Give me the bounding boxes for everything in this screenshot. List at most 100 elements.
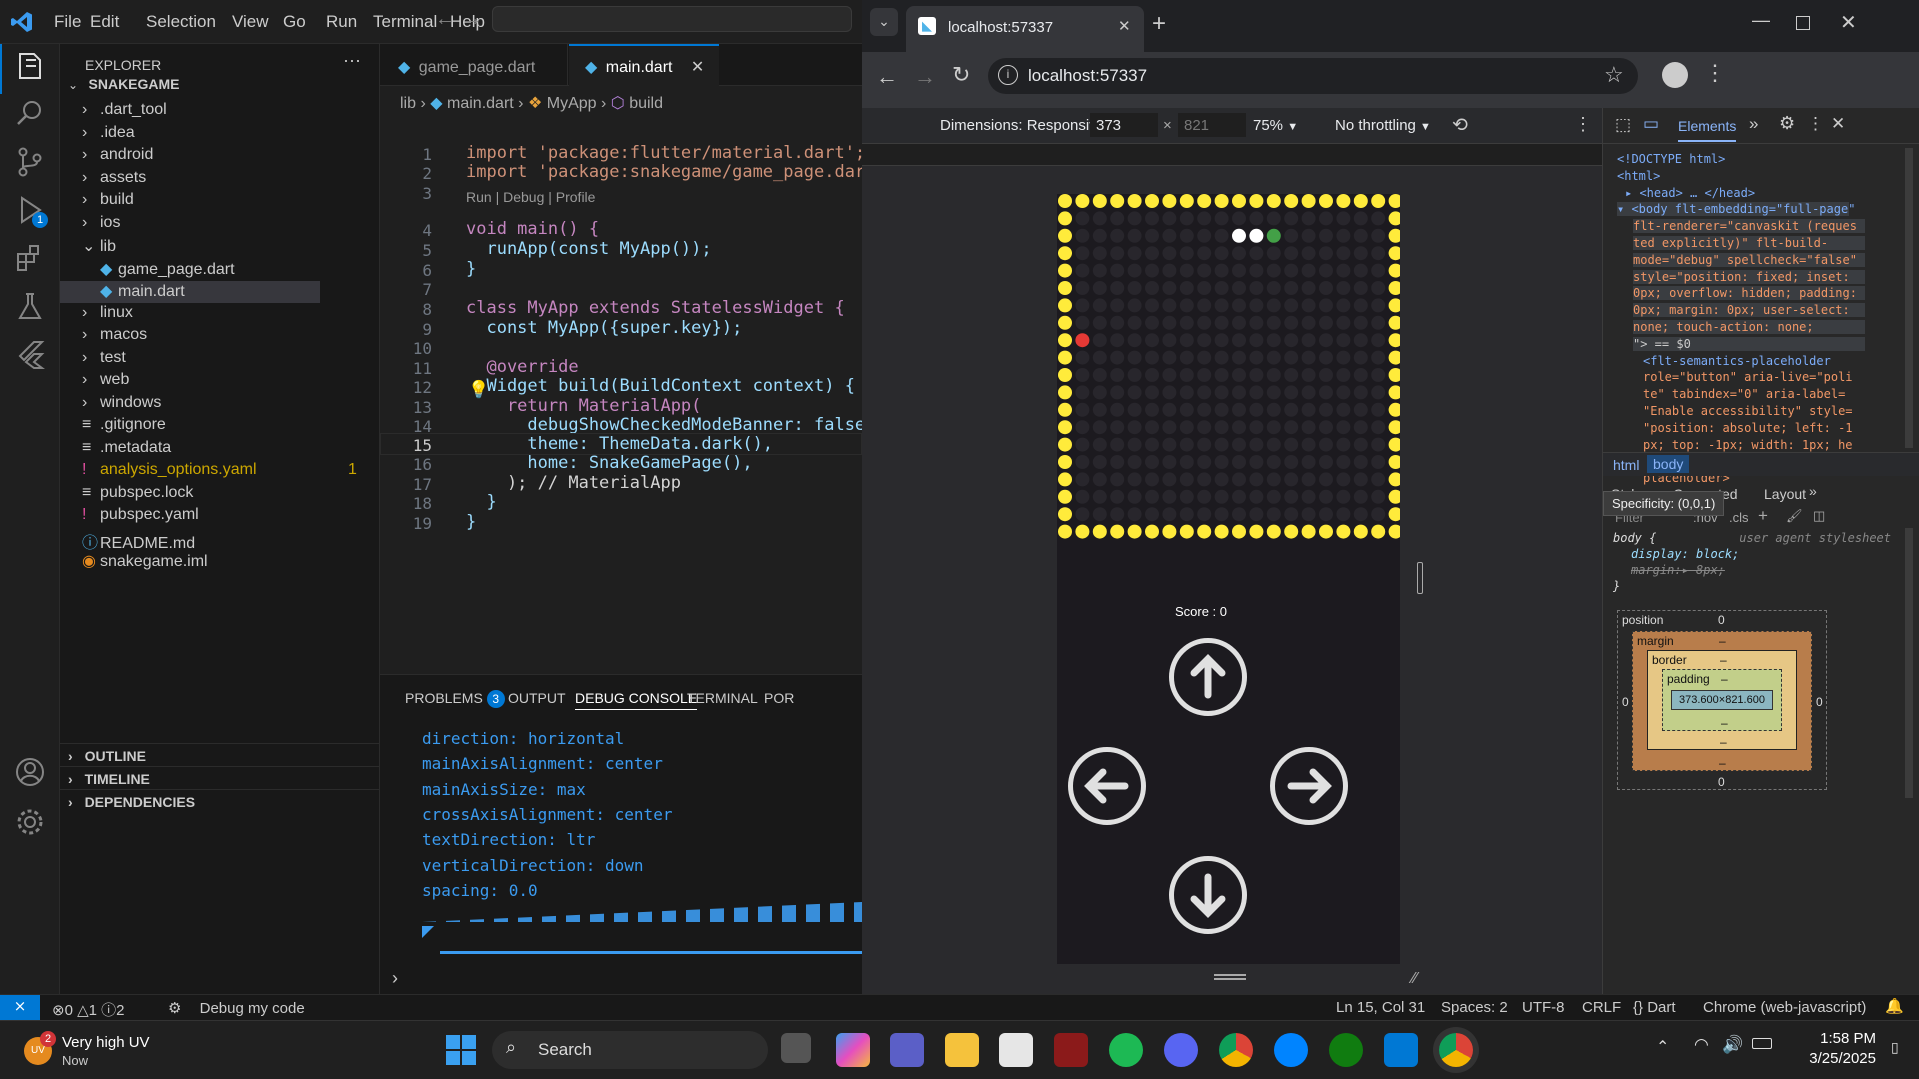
inspect-element-icon[interactable]: ⬚	[1615, 115, 1631, 135]
project-folder-header[interactable]: ⌄ SNAKEGAME	[68, 76, 368, 98]
messenger-icon[interactable]	[1274, 1033, 1308, 1067]
profile-icon[interactable]	[1662, 62, 1688, 88]
menu-item-run[interactable]: Run	[326, 12, 357, 32]
forward-arrow-icon[interactable]: →	[462, 8, 482, 31]
volume-icon[interactable]: 🔊	[1722, 1035, 1743, 1055]
outline-section[interactable]: › OUTLINE	[60, 743, 380, 765]
site-info-icon[interactable]: i	[998, 65, 1018, 85]
game-app-icon[interactable]	[1054, 1033, 1088, 1067]
bookmark-star-icon[interactable]: ☆	[1604, 62, 1624, 88]
lightbulb-icon[interactable]: 💡	[468, 380, 489, 400]
timeline-section[interactable]: › TIMELINE	[60, 766, 380, 788]
clock-date[interactable]: 3/25/2025	[1796, 1050, 1876, 1067]
settings-gear-icon[interactable]	[12, 804, 48, 840]
dom-node-line[interactable]: <html>	[1617, 169, 1660, 183]
style-rule[interactable]: body {user agent stylesheet display: blo…	[1613, 530, 1903, 594]
tab-output[interactable]: OUTPUT	[508, 690, 566, 706]
throttling-dropdown[interactable]: No throttling ▼	[1335, 117, 1431, 134]
close-window-icon[interactable]: ✕	[1840, 10, 1857, 35]
extensions-icon[interactable]	[12, 240, 48, 276]
tree-item[interactable]: › linux	[60, 304, 320, 326]
tree-item[interactable]: ≡ .metadata	[60, 439, 320, 461]
tree-item[interactable]: › windows	[60, 394, 320, 416]
command-center[interactable]	[492, 6, 852, 32]
notifications-bell-icon[interactable]: 🔔	[1885, 997, 1904, 1015]
tree-item[interactable]: › android	[60, 146, 320, 168]
chrome-menu-icon[interactable]: ⋮	[1704, 60, 1726, 86]
code-line[interactable]: ); // MaterialApp	[466, 473, 681, 496]
crumb-html[interactable]: html	[1613, 457, 1639, 473]
task-view-icon[interactable]	[781, 1033, 811, 1063]
explorer-more-icon[interactable]: ···	[343, 50, 361, 71]
source-control-icon[interactable]	[12, 144, 48, 180]
rotate-icon[interactable]: ⟲	[1452, 114, 1468, 137]
tab-problems[interactable]: PROBLEMS 3	[405, 690, 505, 708]
dom-node-line[interactable]: ▸ <head> … </head>	[1625, 186, 1755, 200]
tray-chevron-icon[interactable]: ⌃	[1656, 1037, 1669, 1057]
tree-item[interactable]: › build	[60, 191, 320, 213]
tree-item[interactable]: › test	[60, 349, 320, 371]
tree-item[interactable]: ≡ .gitignore	[60, 416, 320, 438]
remote-indicator[interactable]: ⨯	[0, 995, 40, 1021]
add-rule-icon[interactable]: +	[1758, 506, 1768, 526]
menu-item-go[interactable]: Go	[283, 12, 306, 32]
forward-icon[interactable]: →	[914, 64, 936, 90]
paint-icon[interactable]: 🖌	[1786, 508, 1803, 524]
file-explorer-icon[interactable]	[945, 1033, 979, 1067]
cls-toggle[interactable]: .cls	[1729, 510, 1749, 525]
tree-item[interactable]: › .idea	[60, 124, 320, 146]
cursor-position[interactable]: Ln 15, Col 31	[1336, 999, 1425, 1016]
devtools-settings-icon[interactable]: ⚙	[1779, 113, 1795, 134]
close-devtools-icon[interactable]: ✕	[1831, 114, 1845, 134]
encoding-status[interactable]: UTF-8	[1522, 999, 1565, 1016]
tree-item[interactable]: › web	[60, 371, 320, 393]
menu-item-view[interactable]: View	[232, 12, 269, 32]
weather-widget[interactable]: UV 2 Very high UV Now	[24, 1031, 174, 1071]
code-line[interactable]: const MyApp({super.key});	[466, 318, 742, 341]
dom-node-line[interactable]: 0px; margin: 0px; user-select:	[1633, 303, 1865, 318]
tab-game-page[interactable]: ◆ game_page.dart	[380, 44, 568, 86]
dom-node-line[interactable]: te" tabindex="0" aria-label=	[1643, 387, 1845, 401]
problems-status[interactable]: ⊗0 △1 ⓘ2	[52, 999, 125, 1020]
breadcrumb-item[interactable]: MyApp	[547, 95, 597, 112]
resize-handle-bottom[interactable]	[1214, 974, 1246, 980]
clock-time[interactable]: 1:58 PM	[1806, 1030, 1876, 1047]
reload-icon[interactable]: ↻	[952, 62, 970, 88]
menu-item-selection[interactable]: Selection	[146, 12, 216, 32]
more-tabs-icon[interactable]: »	[1749, 114, 1758, 134]
discord-icon[interactable]	[1164, 1033, 1198, 1067]
explorer-icon[interactable]	[0, 44, 60, 94]
omnibox[interactable]: i localhost:57337 ☆	[988, 58, 1638, 94]
tree-item[interactable]: ◉ snakegame.iml	[60, 551, 320, 573]
crumb-body[interactable]: body	[1647, 455, 1690, 473]
dependencies-section[interactable]: › DEPENDENCIES	[60, 789, 380, 811]
tree-item[interactable]: ≡ pubspec.lock	[60, 484, 320, 506]
back-arrow-icon[interactable]: ←	[435, 8, 455, 31]
run-debug-icon[interactable]: 1	[12, 192, 48, 228]
code-line[interactable]: }	[466, 512, 476, 535]
flutter-app-screen[interactable]: Score : 0	[1057, 194, 1400, 964]
code-line[interactable]: }	[466, 259, 476, 282]
dom-node-line[interactable]: style="position: fixed; inset:	[1633, 269, 1865, 284]
dom-node-line[interactable]: none; touch-action: none;	[1633, 320, 1865, 334]
start-windows-icon[interactable]	[446, 1035, 476, 1065]
testing-icon[interactable]	[12, 288, 48, 324]
new-tab-icon[interactable]: +	[1152, 10, 1166, 38]
menu-item-file[interactable]: File	[54, 12, 81, 32]
device-toggle-icon[interactable]: ▭	[1643, 114, 1659, 134]
right-arrow-button[interactable]	[1270, 747, 1348, 825]
tree-item[interactable]: ◆ main.dart	[60, 281, 320, 303]
resize-corner-icon[interactable]: ⁄⁄	[1412, 970, 1417, 988]
chrome-active-tab[interactable]: ◣ localhost:57337 ✕	[906, 6, 1144, 52]
tab-elements[interactable]: Elements	[1678, 118, 1737, 142]
device-width-input[interactable]: 373	[1090, 113, 1158, 137]
device-more-icon[interactable]: ⋮	[1574, 114, 1592, 135]
dom-node-line[interactable]: ▾ <body flt-embedding="full-page"	[1617, 202, 1855, 217]
teams-icon[interactable]	[890, 1033, 924, 1067]
tree-item[interactable]: ! pubspec.yaml	[60, 506, 320, 528]
devtools-more-icon[interactable]: ⋮	[1807, 114, 1824, 134]
resize-handle-right[interactable]	[1417, 562, 1423, 594]
menu-item-edit[interactable]: Edit	[90, 12, 119, 32]
copilot-icon[interactable]	[836, 1033, 870, 1067]
dom-node-line[interactable]: <!DOCTYPE html>	[1617, 152, 1725, 166]
